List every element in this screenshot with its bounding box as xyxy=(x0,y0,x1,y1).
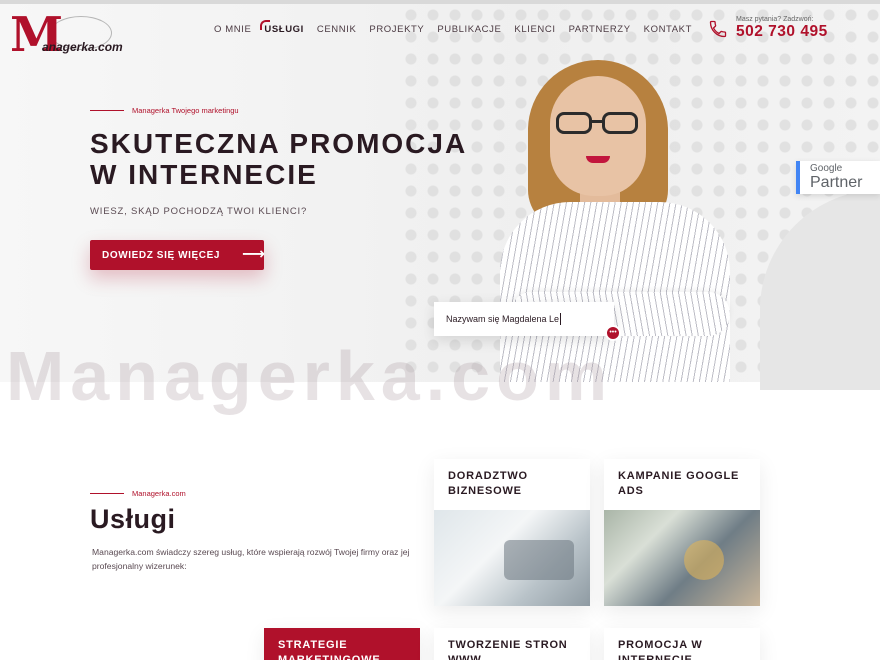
phone-icon xyxy=(708,19,728,39)
service-card-doradztwo[interactable]: Doradztwo biznesowe xyxy=(434,459,590,606)
services-eyebrow-line xyxy=(90,493,124,494)
learn-more-label: Dowiedz się więcej xyxy=(102,249,221,261)
google-badge-top: Google xyxy=(810,163,843,174)
service-card-title: Strategie marketingowe xyxy=(278,639,381,660)
service-card-promocja[interactable]: Promocja w internecie xyxy=(604,628,760,660)
nav-item-klienci[interactable]: Klienci xyxy=(514,24,555,35)
portrait-glasses xyxy=(556,112,640,134)
nav-item-cennik[interactable]: Cennik xyxy=(317,24,357,35)
service-card-strategie[interactable]: Strategie marketingowe xyxy=(264,628,420,660)
nav-item-projekty[interactable]: Projekty xyxy=(369,24,424,35)
hero-eyebrow: Managerka Twojego marketingu xyxy=(90,106,239,115)
portrait-face xyxy=(550,76,646,196)
typing-chat-bubble: Nazywam się Magdalena Le xyxy=(434,302,614,336)
services-eyebrow-text: Managerka.com xyxy=(132,489,186,498)
nav-item-kontakt[interactable]: Kontakt xyxy=(644,24,692,35)
text-cursor xyxy=(560,313,562,325)
hero-title-line-2: W INTERNECIE xyxy=(90,159,318,190)
learn-more-button[interactable]: Dowiedz się więcej ⟶ xyxy=(90,240,266,270)
services-description: Managerka.com świadczy szereg usług, któ… xyxy=(92,547,410,571)
portrait-lips xyxy=(586,156,610,163)
nav-item-o-mnie[interactable]: O mnie xyxy=(214,24,251,35)
service-card-google-ads[interactable]: Kampanie Google Ads xyxy=(604,459,760,606)
service-card-title: Tworzenie stron www xyxy=(448,639,568,660)
service-card-title: Kampanie Google Ads xyxy=(618,470,740,497)
arrow-right-icon: ⟶ xyxy=(242,246,266,263)
phone-question: Masz pytania? Zadzwoń: xyxy=(736,16,814,23)
hero-title: SKUTECZNA PROMOCJA W INTERNECIE xyxy=(90,128,470,190)
logo-text: anagerka.com xyxy=(42,40,123,54)
phone-contact[interactable]: Masz pytania? Zadzwoń: 502 730 495 xyxy=(706,16,856,42)
service-card-strony-www[interactable]: Tworzenie stron www xyxy=(434,628,590,660)
site-logo[interactable]: M anagerka.com xyxy=(10,10,123,62)
chat-text: Nazywam się Magdalena Le xyxy=(446,314,560,324)
hero-title-line-1: SKUTECZNA PROMOCJA xyxy=(90,128,468,159)
eyebrow-line xyxy=(90,110,124,111)
phone-number[interactable]: 502 730 495 xyxy=(736,23,828,41)
service-card-image xyxy=(434,510,590,606)
google-badge-bottom: Partner xyxy=(810,174,863,191)
service-card-title: Promocja w internecie xyxy=(618,639,703,660)
page: M anagerka.com O mnie Usługi Cennik Proj… xyxy=(0,0,880,660)
service-card-title: Doradztwo biznesowe xyxy=(448,470,528,497)
main-nav: O mnie Usługi Cennik Projekty Publikacje… xyxy=(214,20,692,35)
hero-subtitle: Wiesz, skąd pochodzą Twoi klienci? xyxy=(90,206,308,217)
nav-item-uslugi[interactable]: Usługi xyxy=(260,20,304,35)
hero-eyebrow-text: Managerka Twojego marketingu xyxy=(132,106,239,115)
services-title: Usługi xyxy=(90,504,176,534)
google-partner-badge[interactable]: Google Partner xyxy=(796,161,880,194)
watermark: Managerka.com xyxy=(6,337,614,415)
nav-item-publikacje[interactable]: Publikacje xyxy=(437,24,501,35)
nav-item-partnerzy[interactable]: Partnerzy xyxy=(569,24,631,35)
service-card-image xyxy=(604,510,760,606)
services-eyebrow: Managerka.com xyxy=(90,489,186,498)
